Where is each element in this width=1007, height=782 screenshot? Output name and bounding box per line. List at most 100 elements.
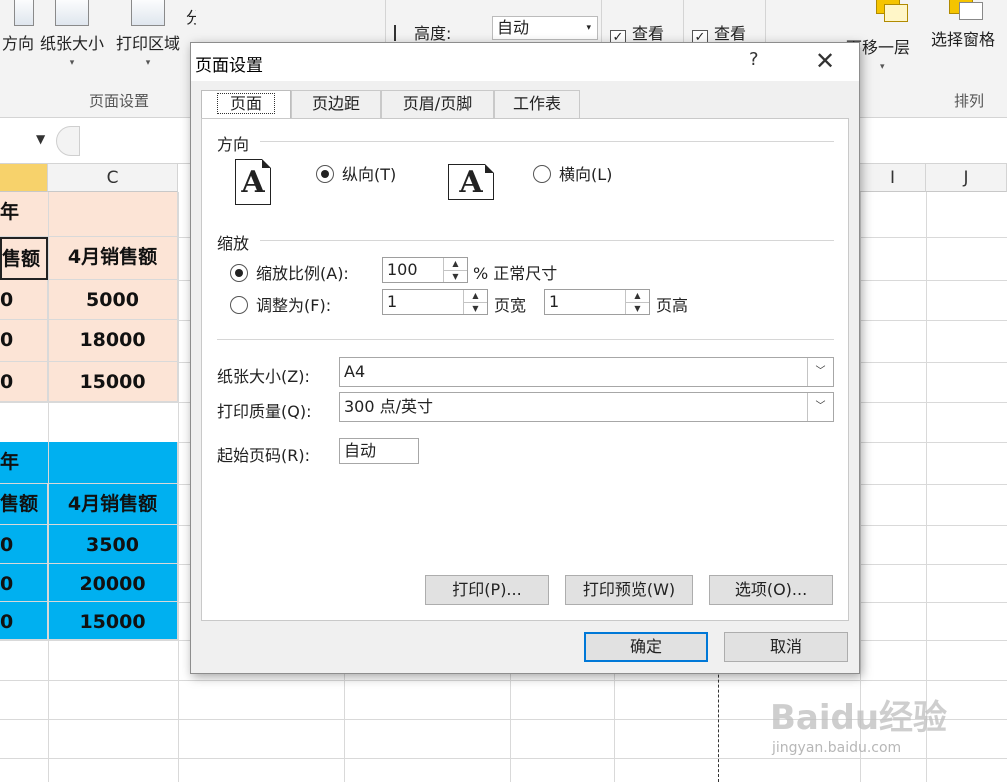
orientation-ribbon-button[interactable]: 方向 bbox=[0, 0, 36, 80]
spinner-buttons[interactable]: ▲ ▼ bbox=[443, 258, 467, 282]
page-setup-dialog: 页面设置 ? ✕ 页面 页边距 页眉/页脚 工作表 方向 A 纵向(T) A 横… bbox=[190, 42, 860, 674]
chevron-down-icon: ▾ bbox=[69, 58, 75, 68]
scale-percent-spinner[interactable]: 100 ▲ ▼ bbox=[382, 257, 468, 283]
adjust-to-radio[interactable]: 缩放比例(A): bbox=[230, 260, 349, 284]
grid-line bbox=[614, 674, 615, 782]
landscape-radio[interactable]: 横向(L) bbox=[533, 161, 612, 185]
formula-bar-handle[interactable] bbox=[56, 126, 80, 156]
chevron-down-icon[interactable]: ﹀ bbox=[807, 393, 833, 421]
table1-header-right-cell[interactable]: 4月销售额 bbox=[48, 237, 178, 280]
grid-line bbox=[344, 674, 345, 782]
table1-header-left-cell[interactable]: 售额 bbox=[0, 237, 48, 280]
spin-down-icon[interactable]: ▼ bbox=[626, 302, 649, 314]
table2-row3-right[interactable]: 15000 bbox=[48, 602, 178, 640]
spin-up-icon[interactable]: ▲ bbox=[464, 290, 487, 302]
radio-selected-icon bbox=[316, 165, 334, 183]
table2-row1-right[interactable]: 3500 bbox=[48, 525, 178, 564]
first-page-number-input[interactable]: 自动 bbox=[339, 438, 419, 464]
chevron-down-icon: ▾ bbox=[880, 62, 885, 72]
chevron-down-icon: ▾ bbox=[145, 58, 151, 68]
column-header-c[interactable]: C bbox=[48, 164, 178, 192]
orientation-icon bbox=[14, 0, 34, 26]
grid-line bbox=[48, 192, 49, 782]
radio-unselected-icon bbox=[230, 296, 248, 314]
pages-wide-label: 页宽 bbox=[494, 296, 527, 315]
print-quality-select[interactable]: 300 点/英寸 ﹀ bbox=[339, 392, 834, 422]
page-setup-group-label: 页面设置 bbox=[89, 92, 150, 110]
height-icon bbox=[394, 25, 408, 41]
dialog-titlebar[interactable]: 页面设置 ? ✕ bbox=[191, 43, 859, 81]
options-button[interactable]: 选项(O)... bbox=[709, 575, 833, 605]
table2-header-right-cell[interactable]: 4月销售额 bbox=[48, 484, 178, 525]
scaling-section-title: 缩放 bbox=[217, 234, 250, 253]
print-quality-label: 打印质量(Q): bbox=[217, 402, 312, 421]
column-header-b[interactable] bbox=[0, 164, 48, 192]
print-button[interactable]: 打印(P)... bbox=[425, 575, 549, 605]
spin-up-icon[interactable]: ▲ bbox=[444, 258, 467, 270]
table1-row2-right[interactable]: 18000 bbox=[48, 320, 178, 362]
table1-row1-left[interactable]: 0 bbox=[0, 280, 48, 320]
chevron-down-icon[interactable]: ﹀ bbox=[807, 358, 833, 386]
fit-to-radio[interactable]: 调整为(F): bbox=[230, 292, 331, 316]
spin-up-icon[interactable]: ▲ bbox=[626, 290, 649, 302]
cancel-button[interactable]: 取消 bbox=[724, 632, 848, 662]
section-divider bbox=[260, 240, 834, 241]
spin-down-icon[interactable]: ▼ bbox=[444, 270, 467, 282]
fit-pages-wide-spinner[interactable]: 1 ▲ ▼ bbox=[382, 289, 488, 315]
spin-down-icon[interactable]: ▼ bbox=[464, 302, 487, 314]
grid-line bbox=[178, 192, 179, 782]
section-divider bbox=[260, 141, 834, 142]
table2-row3-left[interactable]: 0 bbox=[0, 602, 48, 640]
portrait-page-icon: A bbox=[235, 159, 271, 205]
first-page-number-label: 起始页码(R): bbox=[217, 446, 310, 465]
table2-row2-left[interactable]: 0 bbox=[0, 564, 48, 602]
grid-line bbox=[0, 758, 1007, 759]
spinner-buttons[interactable]: ▲ ▼ bbox=[463, 290, 487, 314]
tab-header-footer[interactable]: 页眉/页脚 bbox=[381, 90, 494, 118]
column-header-j[interactable]: J bbox=[926, 164, 1007, 192]
selection-pane-icon bbox=[945, 0, 983, 22]
send-backward-icon bbox=[872, 0, 908, 22]
column-header-i[interactable]: I bbox=[860, 164, 926, 192]
table2-year-cell[interactable]: 年 bbox=[0, 442, 178, 484]
baidu-watermark: Baidu经验 bbox=[770, 698, 948, 738]
help-icon[interactable]: ? bbox=[749, 49, 759, 70]
table2-row2-right[interactable]: 20000 bbox=[48, 564, 178, 602]
send-backward-button[interactable]: 下移一层 ▾ bbox=[846, 0, 920, 80]
table1-year-cell[interactable]: 年 bbox=[0, 192, 178, 237]
tab-sheet[interactable]: 工作表 bbox=[494, 90, 580, 118]
table1-row1-right[interactable]: 5000 bbox=[48, 280, 178, 320]
paper-size-select[interactable]: A4 ﹀ bbox=[339, 357, 834, 387]
spinner-buttons[interactable]: ▲ ▼ bbox=[625, 290, 649, 314]
print-preview-button[interactable]: 打印预览(W) bbox=[565, 575, 693, 605]
table2-row1-left[interactable]: 0 bbox=[0, 525, 48, 564]
print-area-ribbon-button[interactable]: 打印区域 ▾ bbox=[112, 0, 184, 80]
chevron-down-icon: ▾ bbox=[586, 23, 591, 33]
tab-page[interactable]: 页面 bbox=[201, 90, 291, 120]
table1-row2-left[interactable]: 0 bbox=[0, 320, 48, 362]
fit-pages-tall-spinner[interactable]: 1 ▲ ▼ bbox=[544, 289, 650, 315]
radio-unselected-icon bbox=[533, 165, 551, 183]
paper-size-ribbon-button[interactable]: 纸张大小 ▾ bbox=[36, 0, 108, 80]
pages-tall-label: 页高 bbox=[656, 296, 689, 315]
portrait-radio[interactable]: 纵向(T) bbox=[316, 161, 396, 185]
paper-size-icon bbox=[55, 0, 89, 26]
grid-line bbox=[0, 680, 1007, 681]
section-divider bbox=[217, 339, 834, 340]
page-tab-panel: 方向 A 纵向(T) A 横向(L) 缩放 缩放比例(A): 100 ▲ ▼ % … bbox=[201, 118, 849, 621]
ok-button[interactable]: 确定 bbox=[584, 632, 708, 662]
table1-row3-left[interactable]: 0 bbox=[0, 362, 48, 402]
name-box-dropdown-icon[interactable]: ▼ bbox=[36, 132, 45, 146]
scale-suffix-label: % 正常尺寸 bbox=[473, 264, 558, 283]
close-icon[interactable]: ✕ bbox=[815, 47, 835, 75]
selection-pane-button[interactable]: 选择窗格 bbox=[924, 0, 1002, 80]
grid-line bbox=[510, 674, 511, 782]
height-label-row: 高度: bbox=[394, 20, 451, 44]
table2-header-left-cell[interactable]: 售额 bbox=[0, 484, 48, 525]
height-combo[interactable]: 自动 ▾ bbox=[492, 16, 598, 40]
paper-size-label: 纸张大小(Z): bbox=[217, 367, 310, 386]
table1-row3-right[interactable]: 15000 bbox=[48, 362, 178, 402]
orientation-section-title: 方向 bbox=[217, 135, 250, 154]
tab-margins[interactable]: 页边距 bbox=[291, 90, 381, 118]
arrange-group-label: 排列 bbox=[954, 92, 985, 110]
